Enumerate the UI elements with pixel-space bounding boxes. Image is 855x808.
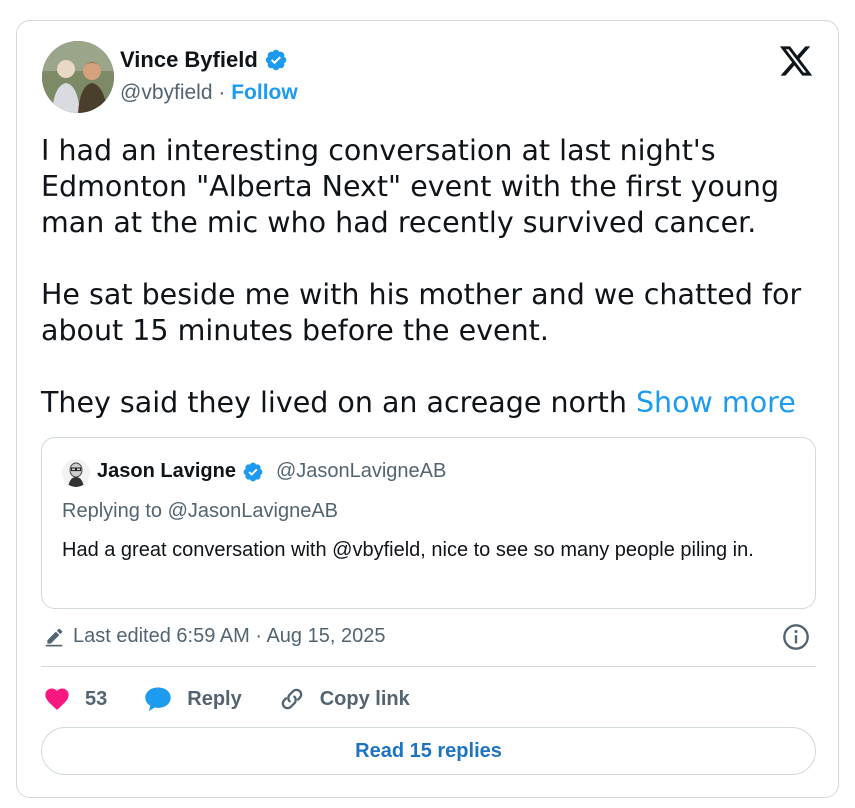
- reply-label: Reply: [187, 687, 242, 710]
- tweet-paragraph-1: I had an interesting conversation at las…: [41, 134, 780, 239]
- edited-timestamp[interactable]: Last edited 6:59 AM · Aug 15, 2025: [73, 625, 385, 648]
- author-name[interactable]: Vince Byfield: [120, 47, 288, 73]
- reply-bubble-icon: [145, 687, 171, 712]
- edited-info[interactable]: Last edited 6:59 AM · Aug 15, 2025: [43, 625, 385, 648]
- quoted-tweet[interactable]: Jason Lavigne @JasonLavigneAB Replying t…: [41, 437, 816, 609]
- heart-icon: [45, 688, 69, 710]
- read-replies-label: Read 15 replies: [355, 739, 502, 762]
- separator-dot: ·: [218, 81, 226, 104]
- verified-badge-icon: [265, 49, 287, 71]
- tweet-card: Vince Byfield @vbyfield · Follow I had a…: [16, 20, 839, 798]
- quoted-author-name[interactable]: Jason Lavigne: [97, 460, 236, 483]
- like-button[interactable]: 53: [43, 685, 107, 713]
- quoted-author: Jason Lavigne @JasonLavigneAB: [97, 460, 446, 483]
- like-count: 53: [85, 687, 108, 710]
- read-replies-button[interactable]: Read 15 replies: [41, 727, 816, 775]
- action-bar: 53 Reply Copy link: [43, 685, 446, 713]
- verified-badge-icon: [243, 462, 263, 481]
- link-icon: [281, 688, 303, 710]
- tweet-body: I had an interesting conversation at las…: [41, 133, 821, 421]
- quoted-author-handle[interactable]: @JasonLavigneAB: [276, 460, 446, 483]
- follow-button[interactable]: Follow: [231, 81, 298, 104]
- pencil-icon: [45, 628, 63, 646]
- quoted-tweet-text: Had a great conversation with @vbyfield,…: [62, 539, 754, 561]
- replying-to: Replying to @JasonLavigneAB: [62, 500, 339, 522]
- reply-button[interactable]: Reply: [143, 685, 242, 713]
- show-more-link[interactable]: Show more: [636, 386, 796, 419]
- author-handle-row: @vbyfield · Follow: [120, 81, 298, 105]
- author-name-text[interactable]: Vince Byfield: [120, 47, 258, 73]
- quoted-author-avatar[interactable]: [62, 459, 90, 487]
- tweet-paragraph-3-text: They said they lived on an acreage north: [41, 386, 627, 419]
- copy-link-button[interactable]: Copy link: [278, 685, 410, 713]
- info-icon[interactable]: [782, 623, 810, 651]
- divider: [41, 666, 816, 667]
- tweet-paragraph-2: He sat beside me with his mother and we …: [41, 278, 802, 347]
- author-handle[interactable]: @vbyfield: [120, 81, 213, 104]
- copy-link-label: Copy link: [319, 687, 410, 710]
- x-logo-icon[interactable]: [778, 43, 814, 79]
- tweet-paragraph-3: They said they lived on an acreage north…: [41, 385, 821, 421]
- author-avatar[interactable]: [42, 41, 114, 113]
